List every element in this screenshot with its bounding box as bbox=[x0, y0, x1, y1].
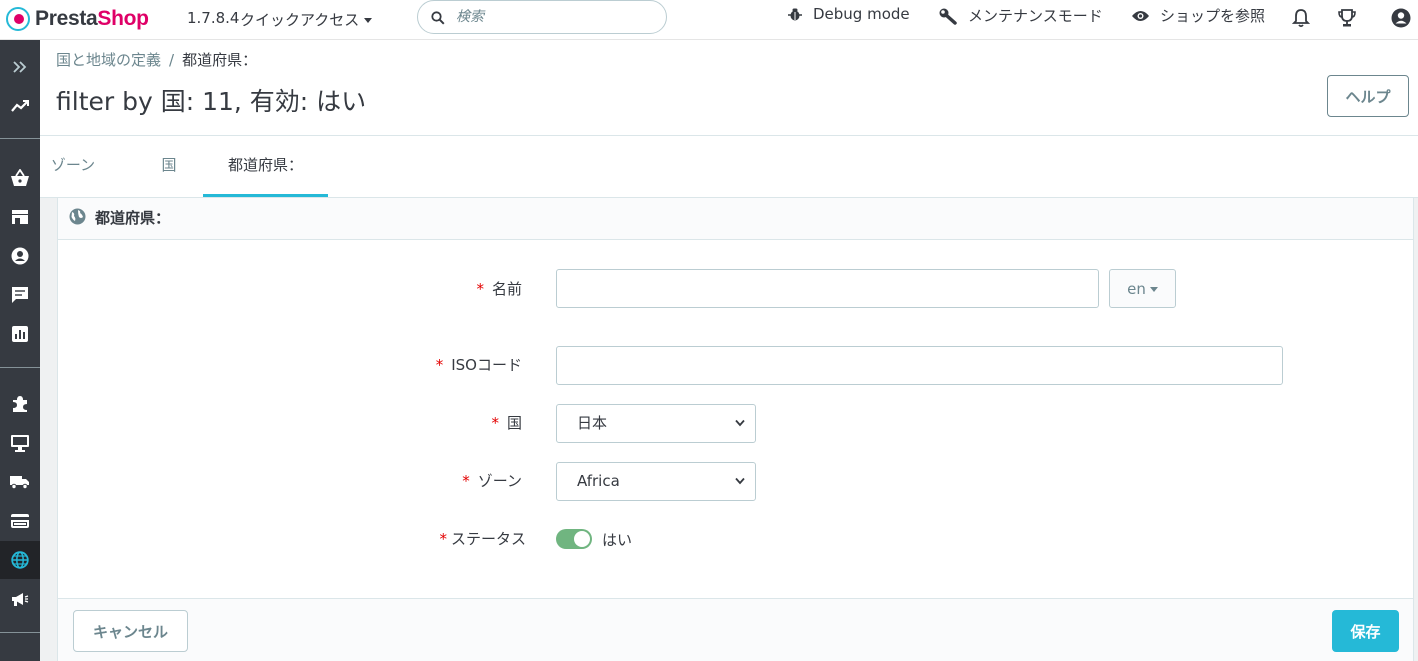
trophy-icon[interactable] bbox=[1337, 8, 1357, 28]
globe-icon bbox=[69, 208, 86, 225]
chevron-down-icon bbox=[735, 477, 745, 485]
version-label: 1.7.8.4 bbox=[187, 9, 240, 27]
view-shop-link[interactable]: ショップを参照 bbox=[1131, 5, 1265, 26]
help-button[interactable]: ヘルプ bbox=[1327, 75, 1409, 117]
maintenance-label: メンテナンスモード bbox=[968, 7, 1103, 25]
sidebar-item-messages[interactable] bbox=[0, 276, 40, 314]
view-shop-label: ショップを参照 bbox=[1160, 7, 1266, 25]
status-value-label: はい bbox=[602, 531, 633, 549]
cancel-button[interactable]: キャンセル bbox=[73, 610, 188, 652]
eye-icon bbox=[1132, 10, 1149, 21]
marketing-icon bbox=[12, 593, 29, 606]
tab-countries[interactable]: 国 bbox=[147, 136, 191, 197]
puffin-logo-icon bbox=[6, 7, 30, 31]
country-select[interactable]: 日本 bbox=[556, 404, 756, 443]
search-input[interactable] bbox=[456, 7, 656, 27]
search-box[interactable] bbox=[417, 0, 667, 34]
dashboard-icon bbox=[11, 100, 29, 112]
sidebar-item-marketing[interactable] bbox=[0, 580, 40, 618]
international-icon bbox=[11, 551, 29, 569]
bug-icon bbox=[788, 8, 802, 21]
sidebar-item-dashboard[interactable] bbox=[0, 87, 40, 125]
required-asterisk: * bbox=[491, 414, 499, 432]
required-asterisk: * bbox=[476, 280, 484, 298]
state-form-panel: 都道府県： * 名前 en * ISOコード * 国 日本 * ゾーン Africa *… bbox=[57, 197, 1414, 661]
sidebar-expand-button[interactable] bbox=[0, 48, 40, 86]
name-label: * 名前 bbox=[476, 280, 522, 298]
chevron-down-icon bbox=[735, 419, 745, 427]
logo-text-suffix: Shop bbox=[97, 7, 149, 30]
sidebar-item-stats[interactable] bbox=[0, 315, 40, 353]
name-input[interactable] bbox=[556, 269, 1099, 308]
required-asterisk: * bbox=[435, 356, 444, 374]
maintenance-link[interactable]: メンテナンスモード bbox=[938, 5, 1103, 26]
sidebar-item-modules[interactable] bbox=[0, 385, 40, 423]
debug-mode-link[interactable]: Debug mode bbox=[787, 5, 910, 23]
expand-icon bbox=[13, 61, 27, 73]
breadcrumb: 国と地域の定義 / 都道府県： bbox=[56, 49, 257, 70]
zone-select[interactable]: Africa bbox=[556, 462, 756, 501]
status-toggle-switch[interactable] bbox=[556, 529, 592, 549]
catalog-icon bbox=[12, 210, 28, 224]
design-icon bbox=[11, 435, 29, 452]
sidebar-divider bbox=[0, 367, 40, 368]
debug-mode-label: Debug mode bbox=[813, 5, 910, 23]
tab-states[interactable]: 都道府県： bbox=[203, 136, 328, 197]
logo-text-prefix: Presta bbox=[35, 7, 98, 30]
panel-footer: キャンセル 保存 bbox=[58, 598, 1413, 661]
modules-icon bbox=[13, 396, 27, 412]
tab-zones[interactable]: ゾーン bbox=[40, 136, 106, 197]
language-dropdown-button[interactable]: en bbox=[1109, 269, 1176, 308]
shipping-icon bbox=[10, 476, 29, 490]
top-header: PrestaShop 1.7.8.4 クイックアクセス Debug mode メ… bbox=[0, 0, 1418, 40]
save-button[interactable]: 保存 bbox=[1332, 610, 1399, 652]
customers-icon bbox=[11, 247, 29, 265]
required-asterisk: * bbox=[439, 530, 447, 548]
iso-code-input[interactable] bbox=[556, 346, 1283, 385]
iso-code-label: * ISOコード bbox=[435, 356, 522, 374]
sidebar-divider bbox=[0, 632, 40, 633]
sidebar-item-customers[interactable] bbox=[0, 237, 40, 275]
bell-icon[interactable] bbox=[1292, 8, 1310, 28]
payment-icon bbox=[11, 514, 29, 528]
messages-icon bbox=[12, 287, 28, 303]
status-label: * ステータス bbox=[439, 530, 526, 548]
breadcrumb-parent-link[interactable]: 国と地域の定義 bbox=[56, 51, 161, 69]
sidebar-item-design[interactable] bbox=[0, 424, 40, 462]
zone-label: * ゾーン bbox=[462, 472, 522, 490]
stats-icon bbox=[12, 326, 28, 342]
prestashop-logo[interactable]: PrestaShop bbox=[6, 5, 149, 33]
wrench-icon bbox=[939, 8, 957, 25]
breadcrumb-separator: / bbox=[169, 51, 175, 69]
sidebar-item-orders[interactable] bbox=[0, 159, 40, 197]
sidebar-item-international[interactable] bbox=[0, 541, 40, 579]
user-account-icon[interactable] bbox=[1391, 8, 1411, 28]
left-sidebar bbox=[0, 40, 40, 661]
tab-bar: ゾーン 国 都道府県： bbox=[40, 136, 1418, 198]
sidebar-divider bbox=[0, 138, 40, 139]
panel-header: 都道府県： bbox=[58, 198, 1413, 240]
quick-access-dropdown[interactable]: クイックアクセス bbox=[240, 9, 373, 30]
sidebar-item-payment[interactable] bbox=[0, 502, 40, 540]
sidebar-item-catalog[interactable] bbox=[0, 198, 40, 236]
caret-down-icon bbox=[364, 18, 373, 23]
page-header: 国と地域の定義 / 都道府県： filter by 国: 11, 有効: はい ヘル… bbox=[40, 40, 1418, 136]
page-title: filter by 国: 11, 有効: はい bbox=[56, 87, 367, 116]
caret-down-icon bbox=[1149, 286, 1158, 292]
country-label: * 国 bbox=[491, 414, 522, 432]
sidebar-item-shipping[interactable] bbox=[0, 463, 40, 501]
search-icon bbox=[431, 11, 445, 25]
required-asterisk: * bbox=[462, 472, 470, 490]
panel-title: 都道府県： bbox=[95, 209, 171, 227]
breadcrumb-current: 都道府県： bbox=[182, 51, 258, 69]
orders-icon bbox=[11, 169, 29, 186]
